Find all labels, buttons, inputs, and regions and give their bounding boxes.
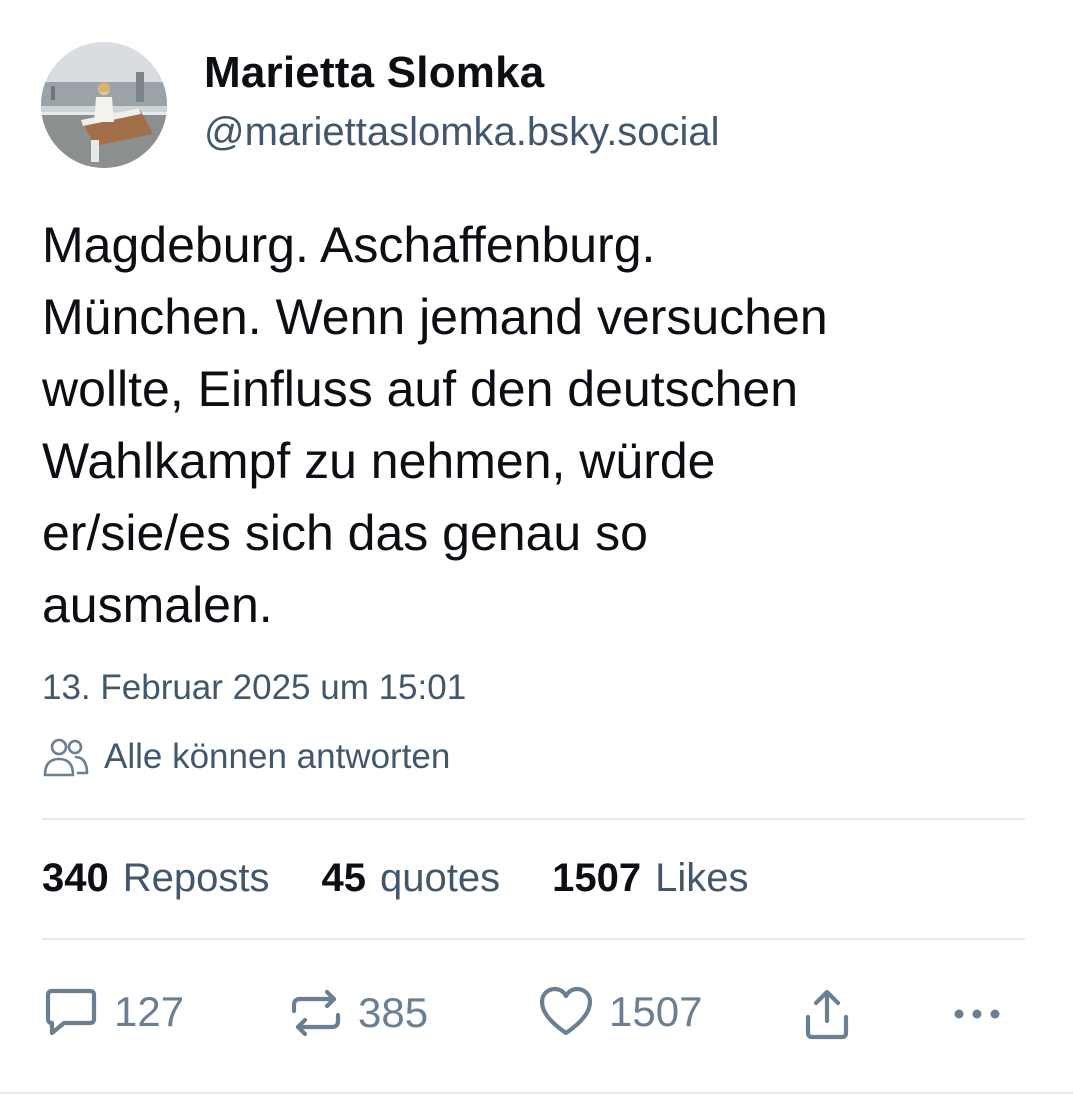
post-text: Magdeburg. Aschaffenburg. München. Wenn … — [42, 217, 828, 633]
likes-label: Likes — [655, 856, 749, 900]
post-timestamp: 13. Februar 2025 um 15:01 — [42, 668, 467, 707]
heart-icon — [539, 986, 593, 1036]
repost-icon — [291, 989, 341, 1037]
quotes-label: quotes — [380, 856, 501, 900]
likes-count: 1507 — [552, 856, 642, 900]
more-icon — [954, 1009, 1000, 1019]
repost-button[interactable]: 385 — [288, 985, 428, 1041]
reply-button[interactable]: 127 — [42, 985, 184, 1039]
reply-count: 127 — [114, 988, 185, 1035]
post-stats: 340 Reposts 45 quotes 1507 Likes — [42, 856, 800, 901]
like-button[interactable]: 1507 — [537, 985, 702, 1039]
divider — [42, 818, 1025, 820]
reply-setting-label: Alle können antworten — [104, 737, 451, 776]
quotes-count: 45 — [321, 856, 367, 900]
share-icon — [805, 989, 849, 1040]
author-display-name[interactable]: Marietta Slomka — [204, 48, 544, 98]
reply-setting: Alle können antworten — [42, 735, 450, 779]
like-count: 1507 — [609, 988, 703, 1035]
likes-stat[interactable]: 1507 Likes — [552, 856, 748, 901]
avatar[interactable] — [41, 42, 167, 168]
post-actions: 127 385 1507 — [42, 985, 1042, 1045]
reposts-count: 340 — [42, 856, 109, 900]
reposts-stat[interactable]: 340 Reposts — [42, 856, 270, 901]
repost-count: 385 — [358, 989, 429, 1036]
quotes-stat[interactable]: 45 quotes — [322, 856, 501, 901]
divider — [0, 1092, 1073, 1094]
comment-icon — [45, 988, 97, 1036]
author-handle[interactable]: @mariettaslomka.bsky.social — [204, 110, 720, 155]
more-options-button[interactable] — [947, 997, 1007, 1031]
divider — [42, 938, 1025, 940]
avatar-photo — [41, 42, 167, 168]
people-icon — [43, 738, 89, 777]
share-button[interactable] — [798, 985, 856, 1043]
reposts-label: Reposts — [122, 856, 270, 900]
